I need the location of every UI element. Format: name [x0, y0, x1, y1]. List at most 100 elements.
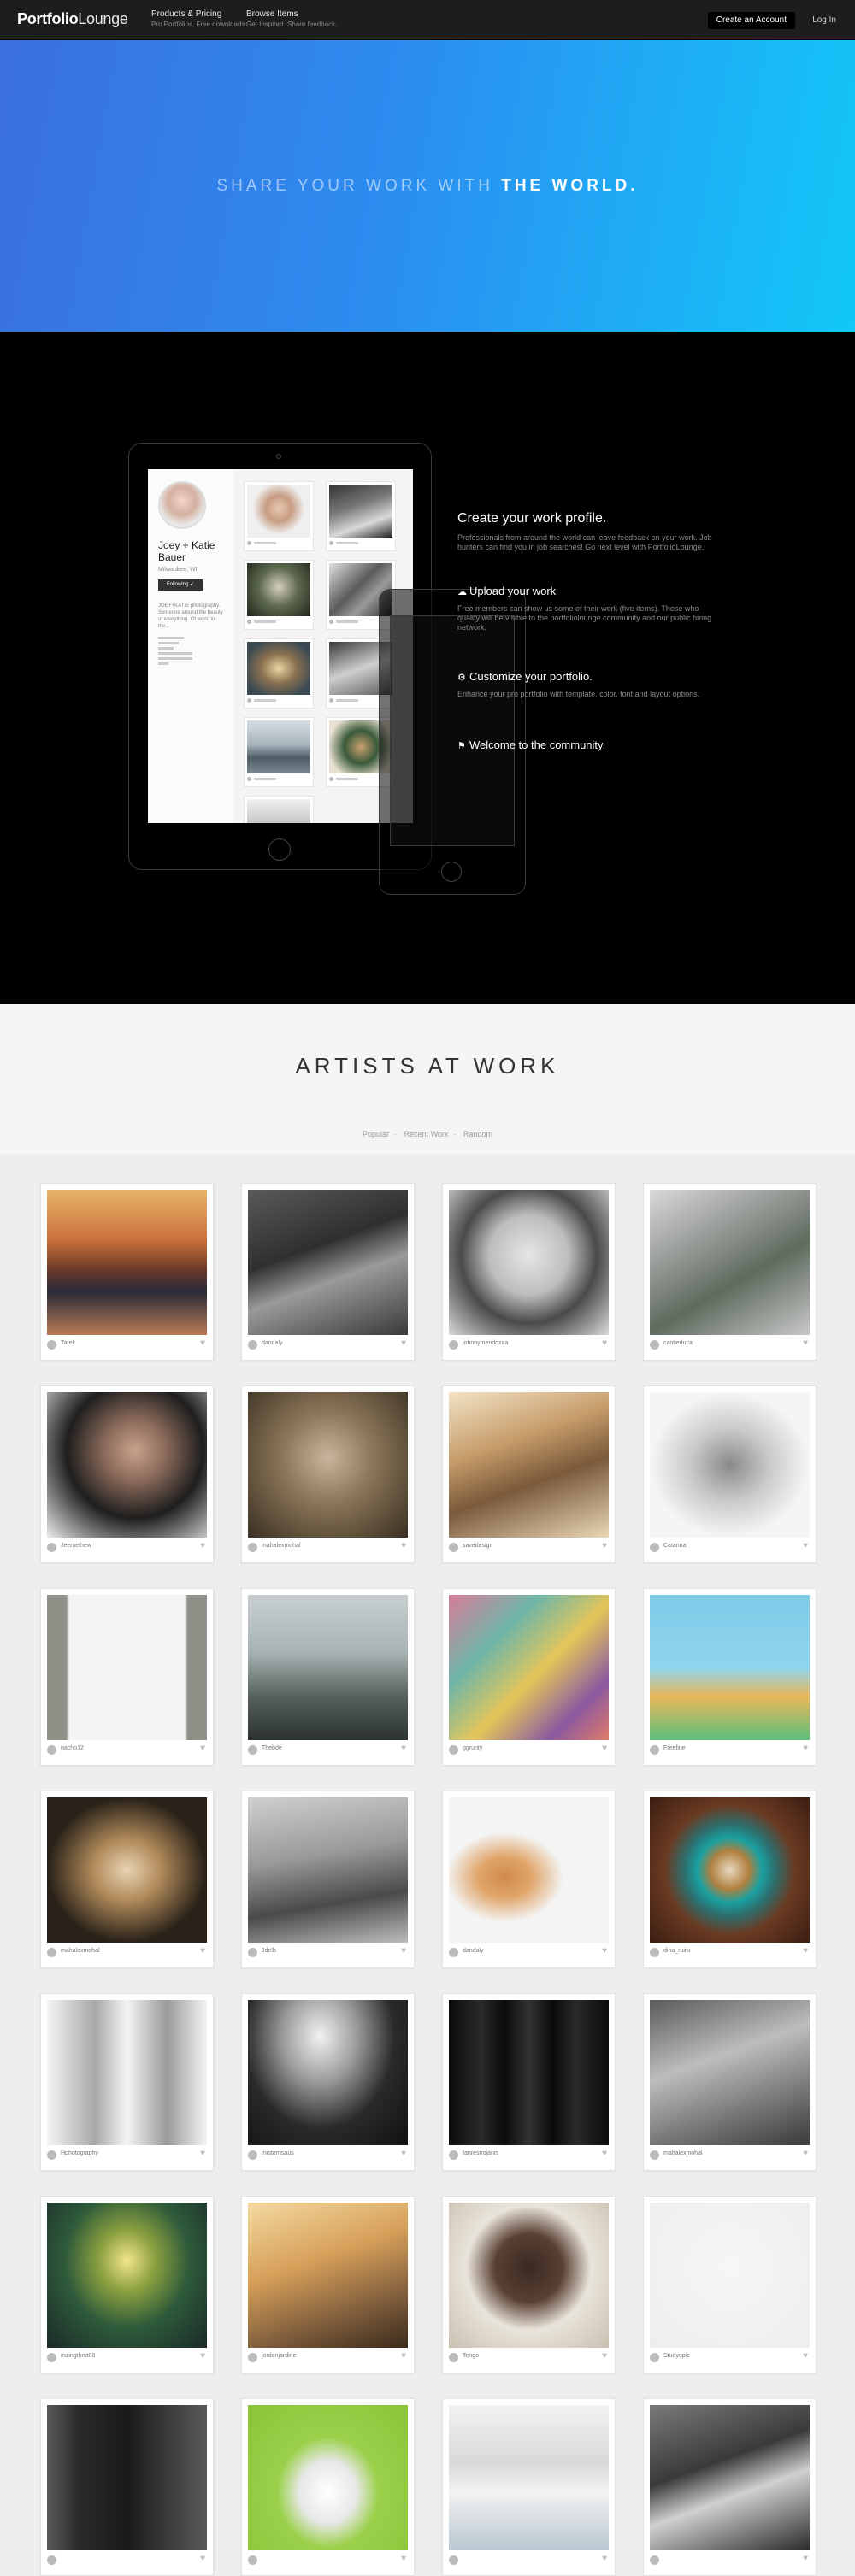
artwork-card[interactable]: dandaly ♥	[442, 1791, 616, 1968]
artist-name[interactable]: Jdelh	[262, 1948, 276, 1954]
artwork-thumbnail[interactable]	[47, 1190, 207, 1335]
artwork-thumbnail[interactable]	[47, 2405, 207, 2550]
artwork-card[interactable]: mahalexmohal ♥	[643, 1993, 817, 2171]
artist-name[interactable]: jordanjardine	[262, 2353, 296, 2359]
artwork-card[interactable]: Studyopic ♥	[643, 2196, 817, 2373]
artwork-card[interactable]: mahalexmohal ♥	[241, 1385, 415, 1563]
heart-icon[interactable]: ♥	[803, 1946, 808, 1956]
heart-icon[interactable]: ♥	[200, 1946, 205, 1956]
artwork-card[interactable]: ggrunty ♥	[442, 1588, 616, 1766]
artwork-card[interactable]: johnnymendozaa ♥	[442, 1183, 616, 1361]
artist-name[interactable]: nacho12	[61, 1745, 84, 1751]
heart-icon[interactable]: ♥	[401, 1338, 406, 1348]
heart-icon[interactable]: ♥	[803, 1338, 808, 1348]
heart-icon[interactable]: ♥	[401, 1946, 406, 1956]
heart-icon[interactable]: ♥	[803, 2554, 808, 2563]
artwork-thumbnail[interactable]	[47, 2203, 207, 2348]
artist-name[interactable]: mzingthrut08	[61, 2353, 95, 2359]
artwork-card[interactable]: ♥	[40, 2398, 214, 2576]
heart-icon[interactable]: ♥	[803, 2149, 808, 2158]
artwork-thumbnail[interactable]	[248, 1190, 408, 1335]
heart-icon[interactable]: ♥	[401, 1541, 406, 1550]
artwork-thumbnail[interactable]	[650, 2405, 810, 2550]
user-avatar[interactable]	[650, 1745, 659, 1755]
artwork-card[interactable]: misterrisaus ♥	[241, 1993, 415, 2171]
artist-name[interactable]: cantieduca	[663, 1340, 693, 1346]
heart-icon[interactable]: ♥	[401, 2149, 406, 2158]
artist-name[interactable]: johnnymendozaa	[463, 1340, 508, 1346]
artwork-card[interactable]: savedesign ♥	[442, 1385, 616, 1563]
filter-recent-work[interactable]: Recent Work	[404, 1130, 449, 1138]
artist-name[interactable]: dandaly	[262, 1340, 283, 1346]
artwork-card[interactable]: mzingthrut08 ♥	[40, 2196, 214, 2373]
artwork-card[interactable]: Catarina ♥	[643, 1385, 817, 1563]
user-avatar[interactable]	[47, 2353, 56, 2362]
artist-name[interactable]: fanrestrojanis	[463, 2150, 498, 2156]
artist-name[interactable]: Hphotography	[61, 2150, 98, 2156]
artwork-card[interactable]: ♥	[442, 2398, 616, 2576]
heart-icon[interactable]: ♥	[200, 2351, 205, 2361]
user-avatar[interactable]	[248, 1543, 257, 1552]
artist-name[interactable]: misterrisaus	[262, 2150, 294, 2156]
heart-icon[interactable]: ♥	[803, 2351, 808, 2361]
artwork-card[interactable]: Thebde ♥	[241, 1588, 415, 1766]
user-avatar[interactable]	[449, 1340, 458, 1350]
user-avatar[interactable]	[449, 2353, 458, 2362]
artwork-thumbnail[interactable]	[449, 1190, 609, 1335]
artwork-card[interactable]: Tengo ♥	[442, 2196, 616, 2373]
heart-icon[interactable]: ♥	[200, 2149, 205, 2158]
artwork-card[interactable]: Freefine ♥	[643, 1588, 817, 1766]
artwork-thumbnail[interactable]	[248, 1797, 408, 1943]
user-avatar[interactable]	[47, 1340, 56, 1350]
filter-random[interactable]: Random	[463, 1130, 492, 1138]
heart-icon[interactable]: ♥	[200, 1541, 205, 1550]
artwork-card[interactable]: cantieduca ♥	[643, 1183, 817, 1361]
artist-name[interactable]: Catarina	[663, 1543, 686, 1549]
heart-icon[interactable]: ♥	[602, 2149, 607, 2158]
artwork-thumbnail[interactable]	[650, 1190, 810, 1335]
user-avatar[interactable]	[650, 2150, 659, 2160]
heart-icon[interactable]: ♥	[200, 1338, 205, 1348]
heart-icon[interactable]: ♥	[401, 2351, 406, 2361]
user-avatar[interactable]	[449, 2555, 458, 2565]
user-avatar[interactable]	[248, 1948, 257, 1957]
login-link[interactable]: Log In	[812, 12, 836, 29]
heart-icon[interactable]: ♥	[803, 1744, 808, 1753]
heart-icon[interactable]: ♥	[401, 1744, 406, 1753]
artwork-card[interactable]: Jeemethew ♥	[40, 1385, 214, 1563]
heart-icon[interactable]: ♥	[602, 1946, 607, 1956]
user-avatar[interactable]	[248, 2555, 257, 2565]
heart-icon[interactable]: ♥	[803, 1541, 808, 1550]
artwork-thumbnail[interactable]	[449, 1797, 609, 1943]
artist-name[interactable]: Freefine	[663, 1745, 686, 1751]
user-avatar[interactable]	[248, 1340, 257, 1350]
artwork-card[interactable]: dandaly ♥	[241, 1183, 415, 1361]
artwork-thumbnail[interactable]	[248, 2203, 408, 2348]
artwork-thumbnail[interactable]	[449, 2405, 609, 2550]
artwork-thumbnail[interactable]	[449, 1595, 609, 1740]
artwork-card[interactable]: ♥	[643, 2398, 817, 2576]
create-account-button[interactable]: Create an Account	[707, 12, 795, 29]
user-avatar[interactable]	[449, 2150, 458, 2160]
artwork-thumbnail[interactable]	[449, 2203, 609, 2348]
heart-icon[interactable]: ♥	[200, 2554, 205, 2563]
artist-name[interactable]: mahalexmohal	[262, 1543, 301, 1549]
filter-popular[interactable]: Popular	[363, 1130, 389, 1138]
user-avatar[interactable]	[47, 1948, 56, 1957]
user-avatar[interactable]	[248, 1745, 257, 1755]
artist-name[interactable]: Tarek	[61, 1340, 75, 1346]
user-avatar[interactable]	[650, 2555, 659, 2565]
artist-name[interactable]: Tengo	[463, 2353, 479, 2359]
heart-icon[interactable]: ♥	[200, 1744, 205, 1753]
artwork-thumbnail[interactable]	[47, 1595, 207, 1740]
artwork-thumbnail[interactable]	[449, 1392, 609, 1538]
artwork-card[interactable]: dina_ruiru ♥	[643, 1791, 817, 1968]
artwork-thumbnail[interactable]	[47, 1797, 207, 1943]
artwork-card[interactable]: nacho12 ♥	[40, 1588, 214, 1766]
heart-icon[interactable]: ♥	[602, 1541, 607, 1550]
artist-name[interactable]: dandaly	[463, 1948, 484, 1954]
artwork-thumbnail[interactable]	[650, 1392, 810, 1538]
user-avatar[interactable]	[248, 2150, 257, 2160]
artwork-thumbnail[interactable]	[449, 2000, 609, 2145]
artwork-card[interactable]: Hphotography ♥	[40, 1993, 214, 2171]
